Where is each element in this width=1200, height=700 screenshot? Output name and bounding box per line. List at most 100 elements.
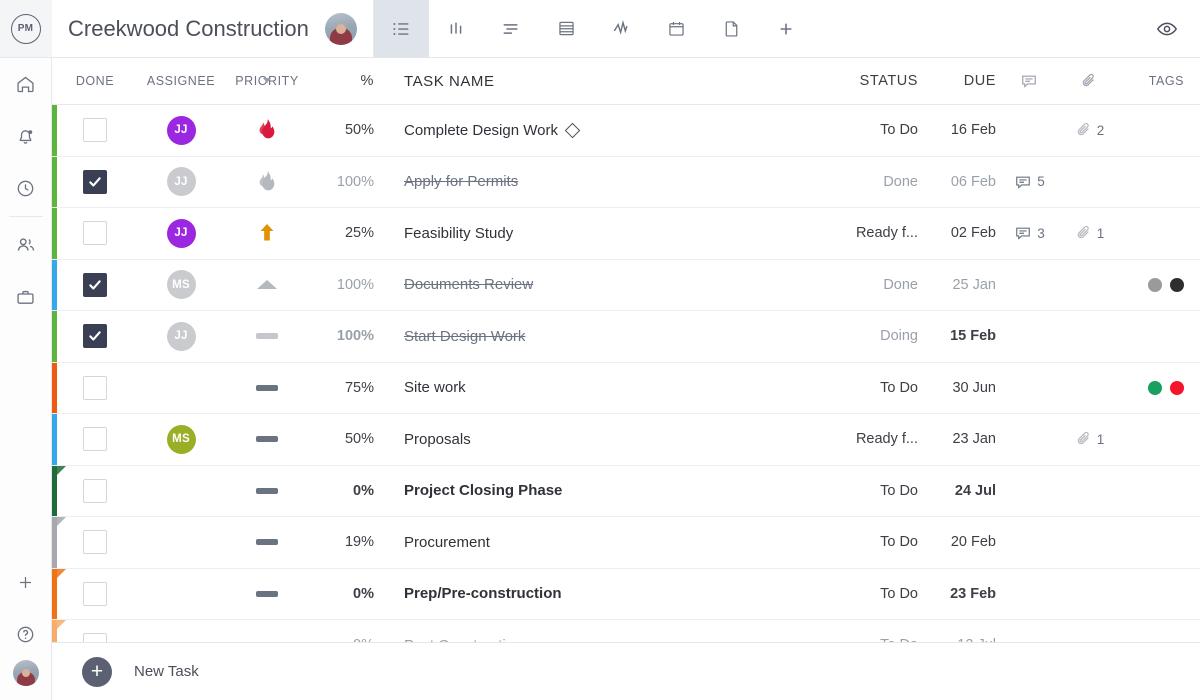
tag-dot[interactable] xyxy=(1148,380,1162,395)
column-header-task-name[interactable]: TASK NAME xyxy=(382,73,810,90)
attachments-cell[interactable]: 2 xyxy=(1060,120,1118,140)
column-header-done[interactable]: DONE xyxy=(52,74,138,88)
table-row[interactable]: 0% Post Construction To Do 12 Jul xyxy=(52,620,1200,642)
sidebar-item-help[interactable] xyxy=(0,608,52,660)
percent-cell[interactable]: 50% xyxy=(310,122,382,138)
due-date-cell[interactable]: 24 Jul xyxy=(920,483,998,499)
table-row[interactable]: JJ 100% Apply for Permits Done 06 Feb 5 xyxy=(52,156,1200,208)
tag-dot[interactable] xyxy=(1170,380,1184,395)
column-header-tags[interactable]: TAGS xyxy=(1118,74,1200,88)
table-row[interactable]: MS 50% Proposals Ready f... 23 Jan 1 xyxy=(52,414,1200,466)
percent-cell[interactable]: 50% xyxy=(310,431,382,447)
avatar[interactable]: MS xyxy=(166,270,196,300)
priority-cell[interactable] xyxy=(224,384,310,391)
assignee-cell[interactable]: JJ xyxy=(138,115,224,145)
app-logo[interactable]: PM xyxy=(0,0,52,58)
status-cell[interactable]: To Do xyxy=(810,534,920,550)
comments-cell[interactable]: 3 xyxy=(998,223,1060,243)
table-row[interactable]: JJ 25% Feasibility Study Ready f... 02 F… xyxy=(52,208,1200,260)
done-checkbox[interactable] xyxy=(83,375,107,400)
due-date-cell[interactable]: 16 Feb xyxy=(920,122,998,138)
status-cell[interactable]: Done xyxy=(810,277,920,293)
status-cell[interactable]: To Do xyxy=(810,122,920,138)
percent-cell[interactable]: 19% xyxy=(310,534,382,550)
percent-cell[interactable]: 75% xyxy=(310,380,382,396)
table-row[interactable]: JJ 100% Start Design Work Doing 15 Feb xyxy=(52,311,1200,363)
task-name-cell[interactable]: Apply for Permits xyxy=(382,173,810,190)
user-avatar-rail[interactable] xyxy=(12,660,39,686)
percent-cell[interactable]: 0% xyxy=(310,483,382,499)
done-checkbox[interactable] xyxy=(83,118,107,143)
task-name-cell[interactable]: Site work xyxy=(382,379,810,396)
plus-circle-icon[interactable]: + xyxy=(82,656,112,687)
due-date-cell[interactable]: 02 Feb xyxy=(920,225,998,241)
table-row[interactable]: 0% Project Closing Phase To Do 24 Jul xyxy=(52,465,1200,517)
tag-dot[interactable] xyxy=(1148,277,1162,292)
column-header-attachments[interactable] xyxy=(1060,71,1118,91)
status-cell[interactable]: To Do xyxy=(810,483,920,499)
status-cell[interactable]: Ready f... xyxy=(810,431,920,447)
status-cell[interactable]: Ready f... xyxy=(810,225,920,241)
assignee-cell[interactable]: JJ xyxy=(138,321,224,351)
due-date-cell[interactable]: 15 Feb xyxy=(920,328,998,344)
tab-table[interactable] xyxy=(539,0,594,58)
tab-calendar[interactable] xyxy=(649,0,704,58)
table-row[interactable]: 75% Site work To Do 30 Jun xyxy=(52,362,1200,414)
column-header-status[interactable]: STATUS xyxy=(810,73,920,89)
priority-cell[interactable] xyxy=(224,487,310,494)
avatar[interactable]: JJ xyxy=(166,115,196,145)
new-task-bar[interactable]: + New Task xyxy=(52,642,1200,700)
column-header-percent[interactable]: % xyxy=(310,73,382,89)
column-header-priority[interactable]: PRIORITY xyxy=(224,74,310,88)
avatar[interactable]: JJ xyxy=(166,321,196,351)
due-date-cell[interactable]: 06 Feb xyxy=(920,174,998,190)
assignee-cell[interactable]: JJ xyxy=(138,167,224,197)
task-name-cell[interactable]: Procurement xyxy=(382,534,810,551)
status-cell[interactable]: Done xyxy=(810,174,920,190)
task-name-cell[interactable]: Proposals xyxy=(382,431,810,448)
status-cell[interactable]: To Do xyxy=(810,380,920,396)
sidebar-item-home[interactable] xyxy=(0,58,52,110)
assignee-cell[interactable]: JJ xyxy=(138,218,224,248)
project-owner-avatar[interactable] xyxy=(324,12,357,45)
assignee-cell[interactable]: MS xyxy=(138,424,224,454)
due-date-cell[interactable]: 30 Jun xyxy=(920,380,998,396)
due-date-cell[interactable]: 20 Feb xyxy=(920,534,998,550)
priority-cell[interactable] xyxy=(224,436,310,443)
priority-cell[interactable] xyxy=(224,280,310,290)
attachments-cell[interactable]: 1 xyxy=(1060,429,1118,449)
avatar[interactable]: MS xyxy=(166,424,196,454)
task-name-cell[interactable]: Start Design Work xyxy=(382,328,810,345)
tab-board[interactable] xyxy=(429,0,484,58)
percent-cell[interactable]: 0% xyxy=(310,586,382,602)
assignee-cell[interactable]: MS xyxy=(138,270,224,300)
tags-cell[interactable] xyxy=(1118,380,1200,395)
done-checkbox[interactable] xyxy=(83,324,107,349)
status-cell[interactable]: To Do xyxy=(810,586,920,602)
attachments-cell[interactable]: 1 xyxy=(1060,223,1118,243)
sidebar-item-people[interactable] xyxy=(0,219,52,271)
priority-cell[interactable] xyxy=(224,118,310,142)
percent-cell[interactable]: 25% xyxy=(310,225,382,241)
table-row[interactable]: 19% Procurement To Do 20 Feb xyxy=(52,517,1200,569)
tab-gantt[interactable] xyxy=(484,0,539,58)
tags-cell[interactable] xyxy=(1118,277,1200,292)
tag-dot[interactable] xyxy=(1170,277,1184,292)
task-name-cell[interactable]: Project Closing Phase xyxy=(382,482,810,499)
avatar[interactable]: JJ xyxy=(166,218,196,248)
priority-cell[interactable] xyxy=(224,333,310,340)
tab-files[interactable] xyxy=(704,0,759,58)
comments-cell[interactable]: 5 xyxy=(998,172,1060,192)
avatar[interactable]: JJ xyxy=(166,167,196,197)
priority-cell[interactable] xyxy=(224,221,310,245)
done-checkbox[interactable] xyxy=(83,427,107,452)
priority-cell[interactable] xyxy=(224,539,310,546)
done-checkbox[interactable] xyxy=(83,272,107,297)
percent-cell[interactable]: 100% xyxy=(310,277,382,293)
percent-cell[interactable]: 100% xyxy=(310,328,382,344)
sidebar-item-notifications[interactable] xyxy=(0,110,52,162)
task-table[interactable]: JJ 50% Complete Design Work To Do 16 Feb… xyxy=(52,105,1200,642)
sidebar-item-portfolio[interactable] xyxy=(0,271,52,323)
table-row[interactable]: MS 100% Documents Review Done 25 Jan xyxy=(52,259,1200,311)
done-checkbox[interactable] xyxy=(83,581,107,606)
